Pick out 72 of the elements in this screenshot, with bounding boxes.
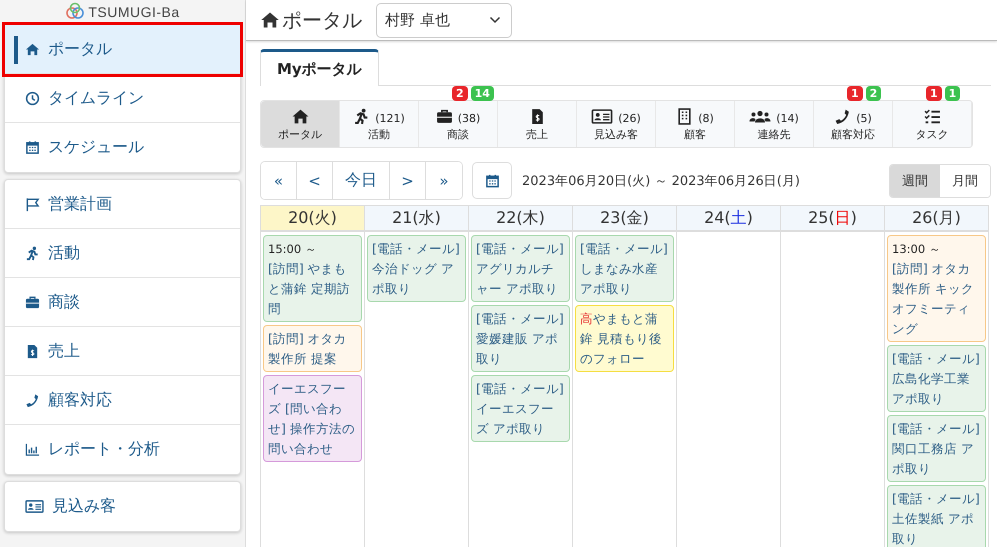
count-badge: 1 [944,86,960,101]
checklist-icon [924,108,940,125]
day-header: 25(日) [781,205,884,232]
calendar-event[interactable]: [電話・メール] 広島化学工業アポ取り [887,345,986,412]
sidebar-item[interactable]: 売上 [5,327,240,376]
runner-icon [25,246,40,260]
briefcase-icon [436,108,453,125]
sidebar-item[interactable]: レポート・分析 [5,425,240,474]
calendar-event[interactable]: [訪問] オタカ製作所 提案 [263,325,362,372]
calendar-event[interactable]: 13:00 ～ [訪問] オタカ製作所 キックオフミーティング [887,235,986,342]
alert-count-badge: 1 [847,86,863,101]
calendar-event[interactable]: [電話・メール] 今治ドッグ アポ取り [367,235,466,302]
calendar-nav-button[interactable]: « [261,162,297,199]
invoice-icon [25,344,40,358]
sidebar-item[interactable]: 活動 [5,229,240,278]
sidebar-item[interactable]: スケジュール [5,123,240,172]
toolbar-button[interactable]: (14) 連絡先 [735,101,814,147]
briefcase-icon [25,294,40,310]
alert-count-badge: 1 [926,86,942,101]
toolbar-button[interactable]: ポータル [261,101,340,147]
home-icon [260,10,280,30]
building-icon [676,108,694,125]
chevron-down-icon [489,16,501,24]
count-badge: 2 [866,86,882,101]
logo-icon [65,2,86,22]
alert-count-badge: 2 [452,86,468,101]
bar-chart-icon [25,442,40,457]
sidebar-item[interactable]: タイムライン [5,74,240,123]
logo-text: TSUMUGI-Ba [88,4,180,20]
toolbar-button[interactable]: 売上 [498,101,577,147]
day-header: 22(木) [469,205,572,232]
calendar-event[interactable]: [電話・メール] 関口工務店 アポ取り [887,415,986,482]
calendar-event[interactable]: [電話・メール] 愛媛建販 アポ取り [471,305,570,372]
calendar-event[interactable]: [電話・メール] しまなみ水産アポ取り [575,235,674,302]
calendar-icon [25,140,40,155]
runner-icon [353,108,370,125]
calendar-event[interactable]: 15:00 ～ [訪問] やまもと蒲鉾 定期訪問 [263,235,362,322]
page-title: ポータル [282,6,362,34]
calendar-event[interactable]: [電話・メール] 土佐製紙 アポ取り [887,485,986,547]
date-range-text: 2023年06月20日(火) ～ 2023年06月26日(月) [522,172,800,190]
day-header: 24(土) [677,205,780,232]
calendar-event[interactable]: 高やまもと蒲鉾 見積もり後のフォロー [575,305,674,372]
day-header: 26(月) [885,205,988,232]
people-icon [749,108,772,125]
date-picker-button[interactable] [472,162,512,199]
calendar-event[interactable]: [電話・メール] アグリカルチャー アポ取り [471,235,570,302]
calendar-event[interactable]: イーエスフーズ [問い合わせ] 操作方法の問い合わせ [263,375,362,462]
flag-icon [25,196,40,212]
toolbar-button[interactable]: (121) 活動 [340,101,419,147]
count-badge: 14 [470,86,494,101]
view-toggle-button[interactable]: 週間 [890,164,940,196]
id-card-icon [25,499,44,514]
sidebar-item[interactable]: 商談 [5,278,240,327]
calendar-event[interactable]: [電話・メール] イーエスフーズ アポ取り [471,375,570,442]
calendar-icon [484,172,500,188]
day-header: 20(火) [261,205,364,232]
id-card-icon [591,108,614,125]
day-header: 21(水) [365,205,468,232]
phone-icon [834,108,852,125]
home-icon [292,108,308,125]
sidebar-item[interactable]: 顧客対応 [5,376,240,425]
sidebar-item[interactable]: 営業計画 [5,180,240,229]
tab[interactable]: Myポータル [260,49,379,86]
sidebar-item[interactable]: 見込み客 [5,482,240,531]
clock-icon [25,90,40,106]
day-header: 23(金) [573,205,676,232]
home-icon [25,42,40,56]
user-select[interactable]: 村野 卓也 [376,2,512,38]
phone-icon [25,392,40,408]
toolbar-button[interactable]: (8) 顧客 [656,101,735,147]
toolbar-button[interactable]: (26) 見込み客 [577,101,656,147]
sidebar-item[interactable]: ポータル [5,25,240,74]
